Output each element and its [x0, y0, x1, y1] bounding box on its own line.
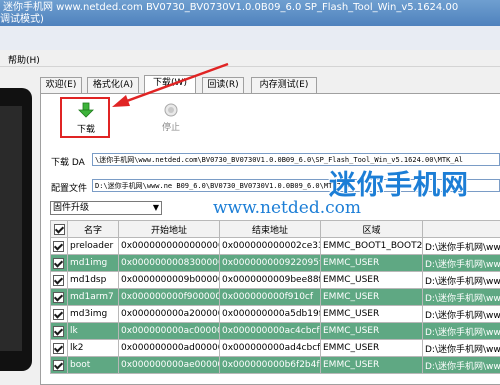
row-location: D:\迷你手机网\ww [423, 340, 500, 357]
menu-help[interactable]: 帮助(H) [8, 53, 40, 66]
row-start-address: 0x0000000008300000 [119, 255, 220, 272]
header-region: 区域 [321, 221, 423, 238]
checkbox-icon [53, 258, 64, 269]
row-region: EMMC_USER [321, 357, 423, 374]
row-name: lk [68, 323, 119, 340]
download-highlight-box [60, 97, 110, 138]
row-start-address: 0x000000000ad00000 [119, 340, 220, 357]
window-title: 迷你手机网 www.netded.com BV0730_BV0730V1.0.0… [3, 1, 458, 14]
table-row[interactable]: lk0x000000000ac000000x000000000ac4cbcfEM… [51, 323, 500, 340]
da-label: 下载 DA [51, 155, 85, 168]
row-checkbox-cell[interactable] [51, 357, 68, 374]
checkbox-icon [53, 241, 64, 252]
row-start-address: 0x000000000ae00000 [119, 357, 220, 374]
header-end-address: 结束地址 [220, 221, 321, 238]
row-checkbox-cell[interactable] [51, 255, 68, 272]
row-end-address: 0x000000000a5db19f [220, 306, 321, 323]
phone-image [0, 88, 32, 371]
row-name: md1dsp [68, 272, 119, 289]
row-end-address: 0x000000000922095f [220, 255, 321, 272]
checkbox-icon [53, 343, 64, 354]
title-bar: 迷你手机网 www.netded.com BV0730_BV0730V1.0.0… [0, 0, 500, 26]
scatter-label: 配置文件 [51, 181, 87, 194]
row-start-address: 0x0000000000000000 [119, 238, 220, 255]
row-location: D:\迷你手机网\ww [423, 306, 500, 323]
mode-select[interactable]: 固件升级 ▼ [50, 201, 162, 215]
row-location: D:\迷你手机网\ww [423, 357, 500, 374]
checkbox-icon [53, 360, 64, 371]
row-name: md1arm7 [68, 289, 119, 306]
checkbox-icon [53, 309, 64, 320]
select-all-cell[interactable] [51, 221, 68, 238]
checkbox-icon [53, 292, 64, 303]
row-end-address: 0x000000000ac4cbcf [220, 323, 321, 340]
table-header-row: 名字 开始地址 结束地址 区域 [51, 221, 500, 238]
row-location: D:\迷你手机网\ww [423, 238, 500, 255]
table-row[interactable]: lk20x000000000ad000000x000000000ad4cbcfE… [51, 340, 500, 357]
checkbox-icon [53, 326, 64, 337]
tab-welcome[interactable]: 欢迎(E) [40, 77, 82, 93]
row-checkbox-cell[interactable] [51, 272, 68, 289]
tab-download[interactable]: 下载(W) [144, 75, 196, 94]
row-end-address: 0x000000000002ce33 [220, 238, 321, 255]
table-row[interactable]: md1img0x00000000083000000x00000000092209… [51, 255, 500, 272]
window-subtitle: 调试模式) [0, 13, 44, 26]
stop-button-label: 停止 [156, 120, 186, 133]
row-checkbox-cell[interactable] [51, 238, 68, 255]
row-end-address: 0x000000000f910cf [220, 289, 321, 306]
row-region: EMMC_BOOT1_BOOT2 [321, 238, 423, 255]
row-name: md3img [68, 306, 119, 323]
checkbox-icon [54, 224, 65, 235]
row-checkbox-cell[interactable] [51, 306, 68, 323]
row-location: D:\迷你手机网\ww [423, 323, 500, 340]
row-region: EMMC_USER [321, 272, 423, 289]
row-region: EMMC_USER [321, 255, 423, 272]
stop-icon [164, 103, 178, 117]
table-row[interactable]: boot0x000000000ae000000x000000000b6f2b4f… [51, 357, 500, 374]
row-name: md1img [68, 255, 119, 272]
table-row[interactable]: md1arm70x000000000f9000000x000000000f910… [51, 289, 500, 306]
header-name: 名字 [68, 221, 119, 238]
tab-readback[interactable]: 回读(R) [202, 77, 244, 93]
title-strip [0, 26, 500, 50]
row-start-address: 0x0000000009b00000 [119, 272, 220, 289]
row-location: D:\迷你手机网\ww [423, 272, 500, 289]
chevron-down-icon: ▼ [153, 202, 159, 214]
tab-memory-test[interactable]: 内存测试(E) [251, 77, 317, 93]
row-end-address: 0x000000000ad4cbcf [220, 340, 321, 357]
row-checkbox-cell[interactable] [51, 289, 68, 306]
row-location: D:\迷你手机网\ww [423, 255, 500, 272]
row-region: EMMC_USER [321, 340, 423, 357]
phone-screen [0, 106, 22, 351]
row-end-address: 0x000000000b6f2b4f [220, 357, 321, 374]
row-region: EMMC_USER [321, 289, 423, 306]
row-checkbox-cell[interactable] [51, 323, 68, 340]
watermark-url: www.netded.com [213, 198, 361, 218]
partition-table: 名字 开始地址 结束地址 区域 preloader0x0000000000000… [50, 220, 500, 374]
row-region: EMMC_USER [321, 323, 423, 340]
row-start-address: 0x000000000a200000 [119, 306, 220, 323]
row-start-address: 0x000000000ac00000 [119, 323, 220, 340]
table-row[interactable]: preloader0x00000000000000000x00000000000… [51, 238, 500, 255]
table-row[interactable]: md1dsp0x0000000009b000000x0000000009bee8… [51, 272, 500, 289]
mode-select-value: 固件升级 [53, 203, 89, 213]
row-region: EMMC_USER [321, 306, 423, 323]
table-row[interactable]: md3img0x000000000a2000000x000000000a5db1… [51, 306, 500, 323]
row-location: D:\迷你手机网\ww [423, 289, 500, 306]
row-end-address: 0x0000000009bee88f [220, 272, 321, 289]
menu-bar: 帮助(H) [0, 50, 500, 67]
stop-button[interactable]: 停止 [156, 103, 186, 135]
row-name: preloader [68, 238, 119, 255]
header-start-address: 开始地址 [119, 221, 220, 238]
watermark-title: 迷你手机网 [329, 163, 469, 202]
row-start-address: 0x000000000f900000 [119, 289, 220, 306]
row-name: lk2 [68, 340, 119, 357]
checkbox-icon [53, 275, 64, 286]
tab-format[interactable]: 格式化(A) [87, 77, 139, 93]
header-location [423, 221, 500, 238]
row-name: boot [68, 357, 119, 374]
row-checkbox-cell[interactable] [51, 340, 68, 357]
